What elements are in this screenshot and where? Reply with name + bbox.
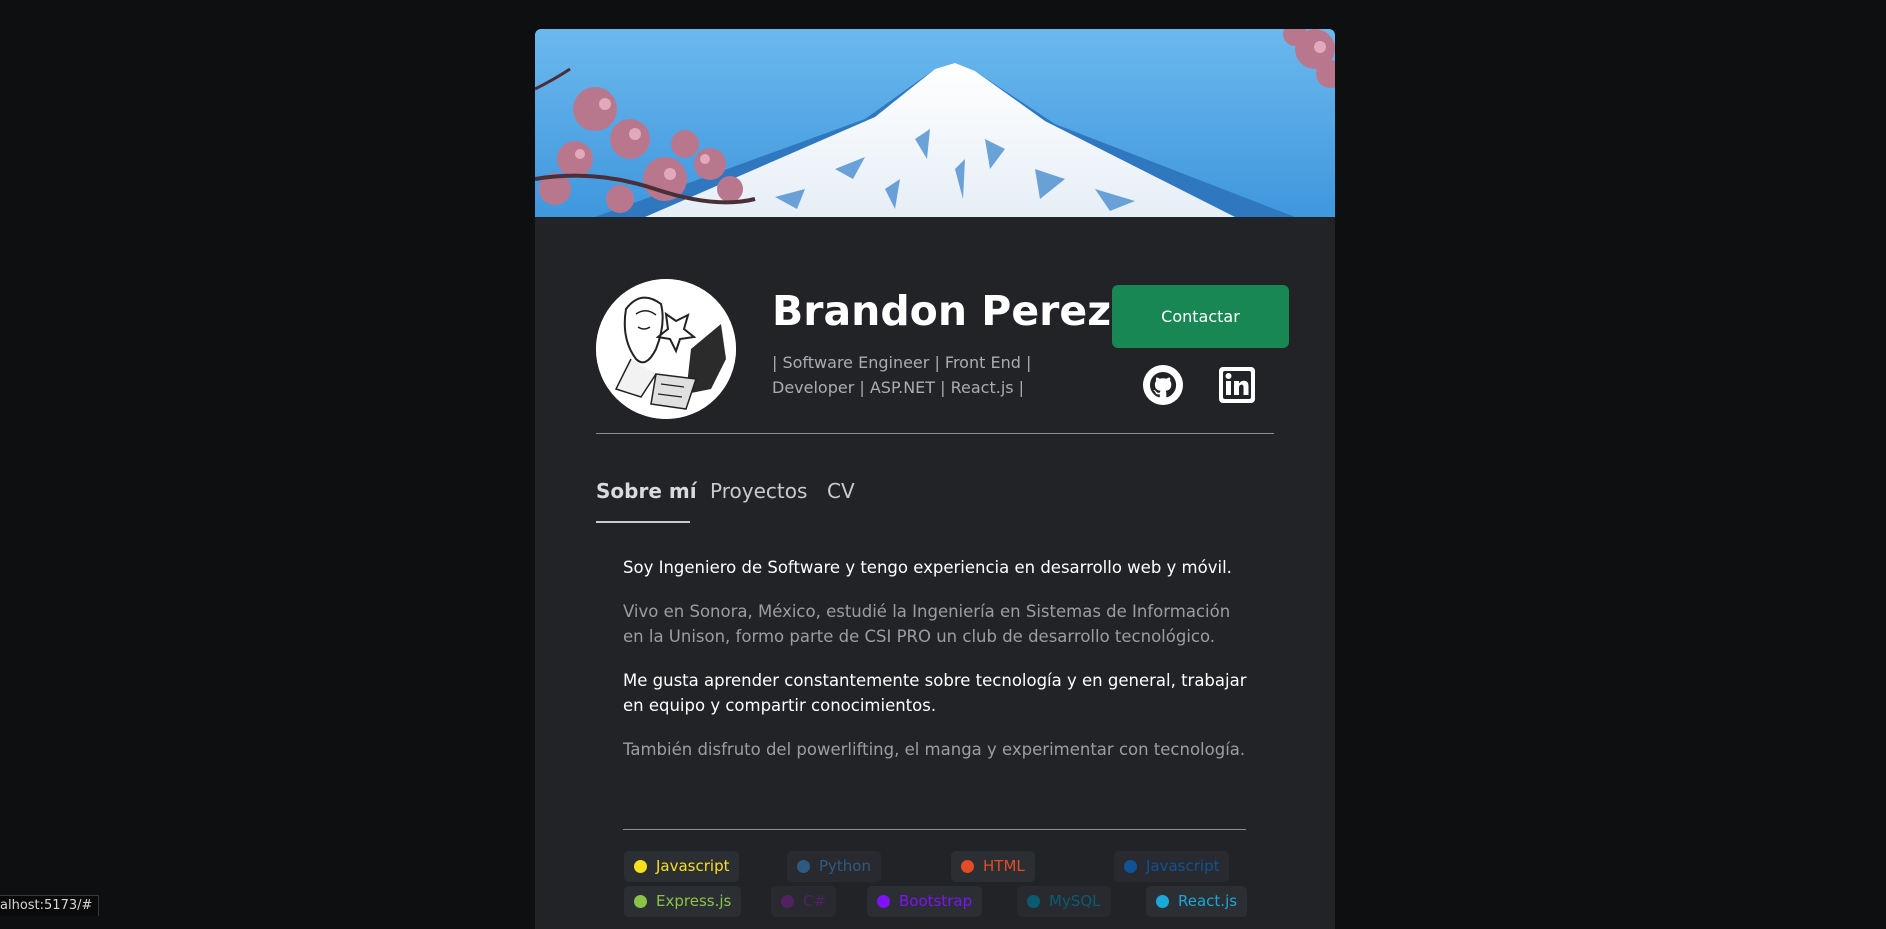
- skill-dot-icon: [634, 895, 647, 908]
- skill-tag-bootstrap: Bootstrap: [867, 886, 983, 917]
- profile-subtitle: | Software Engineer | Front End | Develo…: [772, 353, 1032, 397]
- skill-tag-reactjs: React.js: [1146, 886, 1248, 917]
- skill-tag-javascript: Javascript: [624, 851, 740, 882]
- linkedin-link[interactable]: [1215, 363, 1259, 407]
- browser-status-url: alhost:5173/#: [0, 895, 100, 916]
- github-link[interactable]: [1141, 363, 1185, 407]
- skills-divider: [623, 829, 1246, 830]
- about-paragraph-3: Me gusta aprender constantemente sobre t…: [623, 671, 1247, 715]
- skill-tag-csharp: C#: [771, 886, 837, 917]
- tab-sobre-mi[interactable]: Sobre mí: [596, 479, 697, 503]
- skill-dot-icon: [1027, 895, 1040, 908]
- profile-name: Brandon Perez: [772, 287, 1112, 335]
- skill-dot-icon: [781, 895, 794, 908]
- tab-proyectos[interactable]: Proyectos: [710, 479, 807, 503]
- tab-cv[interactable]: CV: [827, 479, 855, 503]
- skill-dot-icon: [1156, 895, 1169, 908]
- skill-tag-expressjs: Express.js: [624, 886, 742, 917]
- skill-tag-mysql: MySQL: [1017, 886, 1111, 917]
- skill-dot-icon: [634, 860, 647, 873]
- skill-dot-icon: [1124, 860, 1137, 873]
- profile-card: Brandon Perez | Software Engineer | Fron…: [535, 29, 1335, 929]
- about-paragraph-1: Soy Ingeniero de Software y tengo experi…: [623, 558, 1232, 577]
- skill-tag-javascript-2: Javascript: [1114, 851, 1230, 882]
- avatar-manga-illustration: [596, 279, 736, 419]
- about-section: Soy Ingeniero de Software y tengo experi…: [623, 555, 1253, 781]
- header-divider: [596, 433, 1274, 434]
- banner-image: [535, 29, 1335, 217]
- linkedin-icon: [1219, 367, 1255, 403]
- contact-button[interactable]: Contactar: [1112, 285, 1289, 348]
- skill-tag-python: Python: [787, 851, 881, 882]
- active-tab-indicator: [596, 521, 690, 523]
- github-icon: [1143, 365, 1183, 405]
- skill-tag-html: HTML: [951, 851, 1035, 882]
- skill-dot-icon: [961, 860, 974, 873]
- about-paragraph-4: También disfruto del powerlifting, el ma…: [623, 740, 1246, 759]
- skill-dot-icon: [797, 860, 810, 873]
- about-paragraph-2: Vivo en Sonora, México, estudié la Ingen…: [623, 602, 1231, 646]
- avatar: [596, 279, 736, 419]
- skill-dot-icon: [877, 895, 890, 908]
